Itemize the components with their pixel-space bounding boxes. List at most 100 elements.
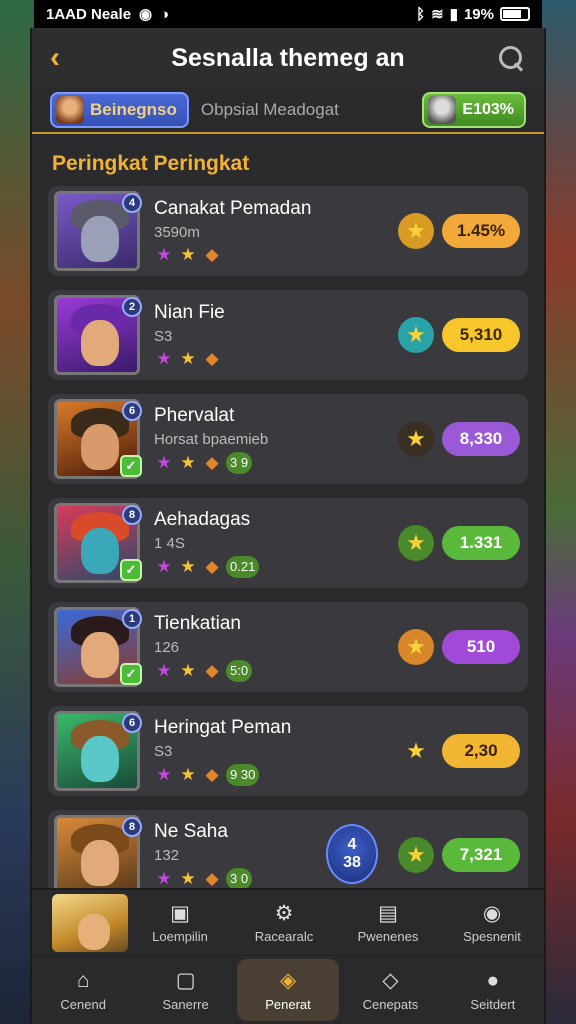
score-pill: 7,321: [442, 838, 520, 872]
rank-badge: 1: [122, 609, 142, 629]
notification-icon: ◉: [139, 6, 153, 23]
player-subtitle: Horsat bpaemieb: [154, 430, 269, 448]
background-scenery-left: [0, 0, 34, 1024]
gem-row: ★ ★ ◆ 9 30: [154, 763, 398, 786]
player-name: Aehadagas: [154, 508, 251, 530]
gem-icon: ★: [156, 245, 172, 264]
battery-percent: 19%: [463, 5, 494, 23]
gem-icon: ★: [180, 349, 196, 368]
avatar: [428, 96, 457, 124]
player-subtitle: 1 4S: [154, 534, 185, 552]
gem-row: ★ ★ ◆ 5:0: [154, 659, 398, 682]
player-name: Nian Fie: [154, 301, 225, 323]
filter-tab[interactable]: Obpsial Meadogat: [201, 100, 339, 120]
player-row[interactable]: 8 Ne Saha 132 ★ ★ ◆ 3 0 ★ 7,321 4 38: [48, 810, 528, 900]
gem-icon: ◆: [205, 869, 219, 888]
player-row[interactable]: 1 ✓ Tienkatian 126 ★ ★ ◆ 5:0 ★ 510: [48, 602, 528, 692]
tab-3[interactable]: ◈ Penerat: [236, 959, 340, 1021]
gem-icon: ★: [180, 245, 196, 264]
round-badge-bottom: 38: [343, 854, 361, 871]
gem-icon: ◆: [205, 349, 219, 368]
gem-icon: ★: [180, 557, 196, 576]
score-chip[interactable]: E103%: [422, 92, 526, 128]
gem-icon: ★: [180, 453, 196, 472]
score-pill: 2,30: [442, 734, 520, 768]
leaderboard-list: 4 Canakat Pemadan 3590m ★ ★ ◆ ★ 1.45% 2 …: [32, 186, 544, 900]
tab-icon: ◈: [279, 969, 297, 992]
profile-avatar-tile[interactable]: [52, 893, 128, 952]
tab-icon: ▢: [175, 969, 196, 992]
tab-5[interactable]: ● Seitdert: [442, 969, 544, 1012]
gem-icon: ★: [156, 661, 172, 680]
gem-icon: ◆: [205, 661, 219, 680]
check-icon: ✓: [120, 663, 142, 685]
player-row[interactable]: 8 ✓ Aehadagas 1 4S ★ ★ ◆ 0.21 ★ 1.331: [48, 498, 528, 588]
tab-label: Cenend: [60, 996, 106, 1012]
star-medal-icon: ★: [398, 317, 434, 353]
player-row[interactable]: 6 Heringat Peman S3 ★ ★ ◆ 9 30 ★ 2,30: [48, 706, 528, 796]
star-medal-icon: ★: [398, 213, 434, 249]
player-subtitle: S3: [154, 742, 173, 760]
nav-label: Racearalc: [254, 929, 314, 944]
nav-icon: ◉: [482, 901, 502, 925]
rank-badge: 4: [122, 193, 142, 213]
score-chip-label: E103%: [462, 101, 514, 118]
gem-icon: ◆: [205, 453, 219, 472]
nav-item-4[interactable]: ◉ Spesnenit: [440, 901, 544, 945]
check-icon: ✓: [120, 559, 142, 581]
player-name: Canakat Pemadan: [154, 197, 312, 219]
gem-count: 3 9: [226, 451, 253, 474]
player-subtitle: 3590m: [154, 223, 200, 241]
section-title: Peringkat Peringkat: [52, 152, 250, 175]
gem-icon: ★: [156, 349, 172, 368]
star-medal-icon: ★: [406, 738, 426, 763]
gem-count: 5:0: [226, 659, 253, 682]
nav-icon: ▤: [378, 901, 398, 925]
search-icon[interactable]: [496, 43, 526, 73]
gem-icon: ★: [156, 557, 172, 576]
status-time: 1AAD Neale: [46, 5, 132, 23]
player-row[interactable]: 6 ✓ Phervalat Horsat bpaemieb ★ ★ ◆ 3 9 …: [48, 394, 528, 484]
header: ‹ Sesnalla themeg an: [32, 28, 544, 88]
gem-icon: ★: [180, 661, 196, 680]
gem-icon: ◆: [205, 765, 219, 784]
nav-row-primary: ⌂ Cenend ▢ Sanerre ◈ Penerat ◇ Cenepats ● Seitder…: [32, 956, 544, 1024]
score-pill: 510: [442, 630, 520, 664]
gem-row: ★ ★ ◆: [154, 245, 398, 265]
player-row[interactable]: 4 Canakat Pemadan 3590m ★ ★ ◆ ★ 1.45%: [48, 186, 528, 276]
player-name: Heringat Peman: [154, 716, 292, 738]
filter-chip-active[interactable]: Beinegnso: [50, 92, 189, 128]
player-row[interactable]: 2 Nian Fie S3 ★ ★ ◆ ★ 5,310: [48, 290, 528, 380]
star-medal-icon: ★: [398, 837, 434, 873]
signal-icon: ▮: [449, 6, 458, 23]
nav-item-2[interactable]: ⚙ Racearalc: [232, 901, 336, 945]
nav-label: Loempilin: [152, 929, 208, 944]
back-button[interactable]: ‹: [50, 41, 80, 75]
gem-icon: ★: [180, 765, 196, 784]
tab-icon: ●: [486, 968, 500, 992]
app-icon: ◑: [160, 5, 170, 23]
page-title: Sesnalla themeg an: [171, 43, 405, 72]
round-badge-top: 4: [347, 836, 357, 853]
filter-bar: Beinegnso Obpsial Meadogat E103%: [32, 88, 544, 134]
gem-icon: ★: [156, 869, 172, 888]
tab-2[interactable]: ▢ Sanerre: [134, 969, 236, 1012]
gem-count: 9 30: [226, 763, 260, 786]
avatar: 6 ✓: [54, 399, 142, 479]
wifi-icon: ≋: [431, 6, 444, 23]
player-subtitle: 126: [154, 638, 180, 656]
player-subtitle: S3: [154, 327, 173, 345]
score-pill: 5,310: [442, 318, 520, 352]
bottom-navigation: ▣ Loempilin ⚙ Racearalc ▤ Pwenenes ◉ Spesnenit …: [32, 888, 544, 1024]
bluetooth-icon: ᛒ: [416, 5, 426, 23]
tab-4[interactable]: ◇ Cenepats: [339, 969, 441, 1012]
player-name: Tienkatian: [154, 612, 241, 634]
score-pill: 8,330: [442, 422, 520, 456]
tab-label: Cenepats: [362, 996, 419, 1012]
rank-badge: 6: [122, 713, 142, 733]
round-badge: 4 38: [326, 824, 378, 884]
tab-1[interactable]: ⌂ Cenend: [32, 969, 134, 1012]
nav-item-3[interactable]: ▤ Pwenenes: [336, 901, 440, 945]
nav-item-1[interactable]: ▣ Loempilin: [128, 901, 232, 945]
gem-row: ★ ★ ◆: [154, 349, 398, 369]
